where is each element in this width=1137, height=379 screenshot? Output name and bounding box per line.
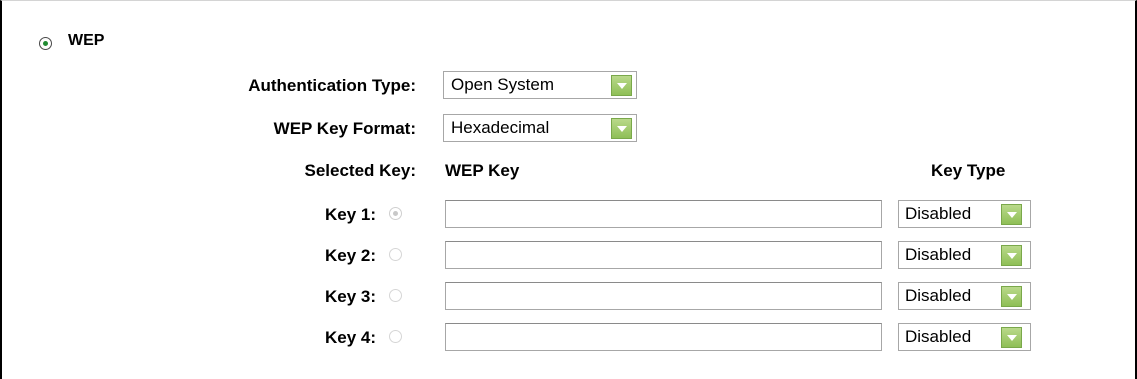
chevron-down-icon — [1001, 286, 1022, 307]
key-3-input[interactable] — [445, 282, 882, 310]
key-1-type-value: Disabled — [905, 204, 972, 223]
chevron-down-icon — [1001, 327, 1022, 348]
key-format-value: Hexadecimal — [451, 118, 550, 137]
key-3-type-value: Disabled — [905, 286, 972, 305]
chevron-down-icon — [1001, 204, 1022, 225]
key-type-header: Key Type — [931, 161, 1006, 180]
key-1-input[interactable] — [445, 200, 882, 228]
key-1-type-select[interactable]: Disabled — [898, 200, 1031, 228]
wep-settings-panel: WEP Authentication Type: Open System WEP… — [0, 0, 1137, 379]
key-4-type-value: Disabled — [905, 327, 972, 346]
chevron-down-icon — [1001, 245, 1022, 266]
key-3-radio[interactable] — [389, 289, 402, 302]
key-1-label: Key 1: — [324, 205, 376, 224]
key-1-radio[interactable] — [389, 207, 402, 220]
key-2-type-value: Disabled — [905, 245, 972, 264]
key-2-radio[interactable] — [389, 248, 402, 261]
key-format-label: WEP Key Format: — [273, 119, 416, 138]
wep-mode-radio[interactable] — [39, 37, 52, 50]
auth-type-select[interactable]: Open System — [443, 71, 637, 99]
key-4-input[interactable] — [445, 323, 882, 351]
key-3-type-select[interactable]: Disabled — [898, 282, 1031, 310]
key-4-radio[interactable] — [389, 330, 402, 343]
key-2-type-select[interactable]: Disabled — [898, 241, 1031, 269]
auth-type-label: Authentication Type: — [248, 76, 416, 95]
selected-key-label: Selected Key: — [304, 161, 417, 180]
key-4-type-select[interactable]: Disabled — [898, 323, 1031, 351]
auth-type-value: Open System — [451, 75, 554, 94]
wep-mode-label: WEP — [68, 32, 105, 49]
chevron-down-icon — [611, 118, 632, 139]
key-4-label: Key 4: — [324, 328, 376, 347]
key-2-input[interactable] — [445, 241, 882, 269]
chevron-down-icon — [611, 75, 632, 96]
key-3-label: Key 3: — [324, 287, 376, 306]
key-2-label: Key 2: — [324, 246, 376, 265]
wep-key-header: WEP Key — [445, 161, 520, 180]
key-format-select[interactable]: Hexadecimal — [443, 114, 637, 142]
